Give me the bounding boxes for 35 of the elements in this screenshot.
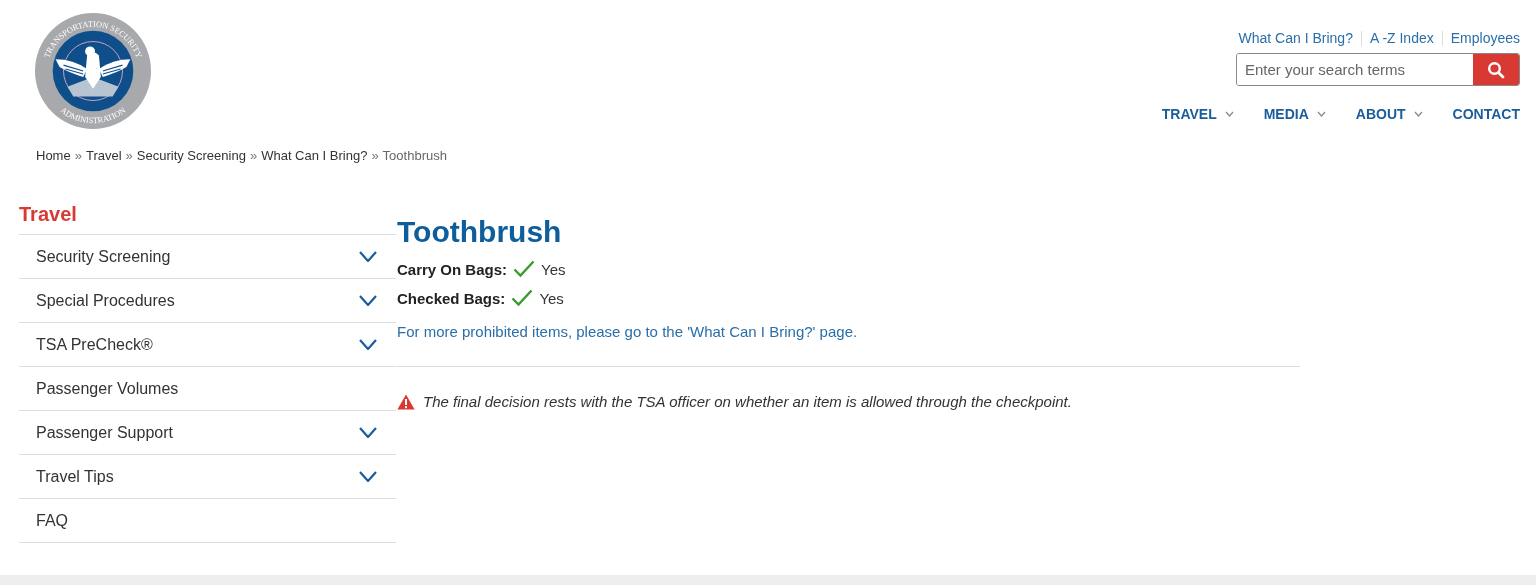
rule-value: Yes: [541, 260, 566, 278]
breadcrumb-current: Toothbrush: [382, 148, 447, 163]
sidebar-item[interactable]: Travel Tips: [19, 455, 396, 499]
utility-link[interactable]: Employees: [1450, 30, 1520, 46]
notice-text: The final decision rests with the TSA officer on whether an item is allowed through the checkpoint.: [423, 393, 1072, 410]
utility-link[interactable]: A -Z Index: [1369, 30, 1434, 46]
sidebar-item[interactable]: Special Procedures: [19, 279, 396, 323]
rule-value: Yes: [539, 289, 564, 307]
sidebar-item[interactable]: Passenger Volumes: [19, 367, 396, 411]
nav-link[interactable]: MEDIA: [1263, 106, 1326, 122]
sidebar-item[interactable]: TSA PreCheck®: [19, 323, 396, 367]
sidebar-item[interactable]: Passenger Support: [19, 411, 396, 455]
rule-label: Checked Bags:: [397, 289, 506, 307]
warning-icon: [397, 393, 415, 410]
breadcrumb-separator: »: [74, 148, 82, 163]
page-title: Toothbrush: [397, 214, 563, 249]
prohibited-items-link[interactable]: For more prohibited items, please go to the 'What Can I Bring?' page.: [397, 323, 1300, 340]
sidebar-item[interactable]: FAQ: [19, 499, 396, 543]
breadcrumb-separator: »: [249, 148, 258, 163]
nav-link[interactable]: TRAVEL: [1161, 106, 1234, 122]
breadcrumb-link[interactable]: What Can I Bring?: [261, 148, 368, 163]
sidebar-title: Travel: [19, 203, 396, 235]
search-icon: [1487, 60, 1505, 79]
breadcrumb-link[interactable]: Security Screening: [136, 148, 246, 163]
utility-link[interactable]: What Can I Bring?: [1238, 30, 1353, 46]
nav-link[interactable]: ABOUT: [1355, 106, 1423, 122]
search-button[interactable]: [1473, 54, 1519, 85]
breadcrumb-separator: »: [371, 148, 379, 163]
breadcrumb-link[interactable]: Travel: [85, 148, 122, 163]
search-field[interactable]: Enter your search terms: [1236, 53, 1520, 86]
breadcrumb-link[interactable]: Home: [36, 148, 71, 163]
rule-label: Carry On Bags:: [397, 260, 508, 278]
breadcrumb-separator: »: [125, 148, 133, 163]
nav-link[interactable]: CONTACT: [1452, 106, 1520, 122]
sidebar-item[interactable]: Security Screening: [19, 235, 396, 279]
